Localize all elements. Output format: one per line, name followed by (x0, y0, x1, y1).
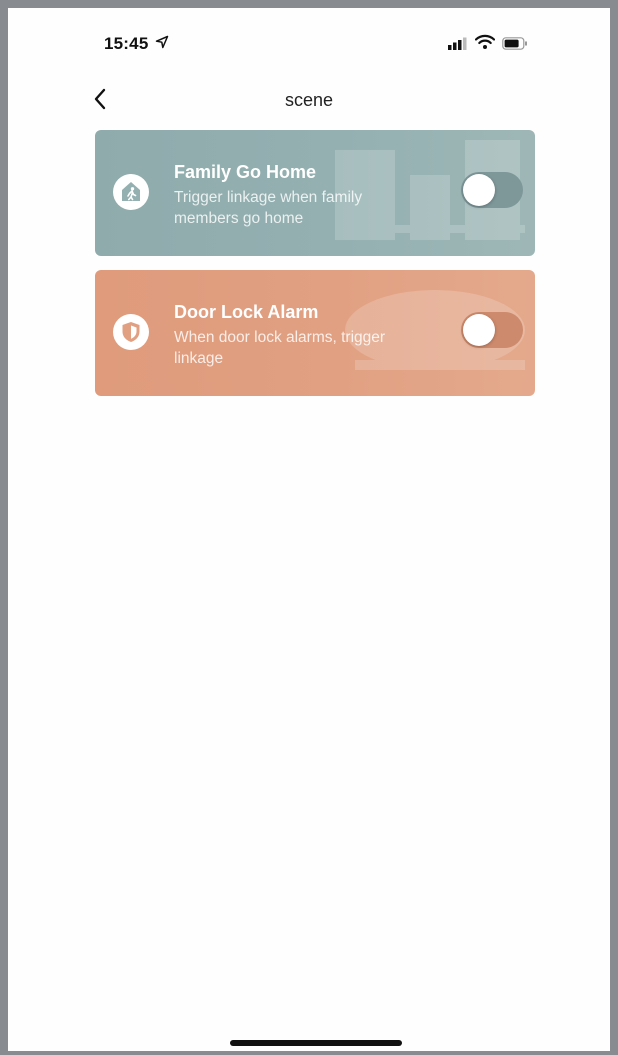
home-indicator[interactable] (230, 1040, 402, 1046)
page-title: scene (284, 90, 334, 110)
home-walking-person-icon (113, 174, 149, 210)
status-time: 15:45 (104, 34, 149, 53)
scene-title: Door Lock Alarm (174, 302, 319, 322)
scene-description: Trigger linkage when family members go h… (174, 189, 363, 227)
scene-toggle-family-go-home[interactable] (461, 172, 523, 208)
scene-description: When door lock alarms, trigger linkage (174, 329, 386, 367)
toggle-knob (463, 174, 495, 206)
screen: 15:45 scene Family Go Home Trigger linka… (8, 8, 610, 1051)
toggle-knob (463, 314, 495, 346)
scene-toggle-door-lock-alarm[interactable] (461, 312, 523, 348)
scene-card-family-go-home[interactable]: Family Go Home Trigger linkage when fami… (95, 130, 535, 256)
location-arrow-icon (155, 35, 169, 49)
battery-icon (502, 37, 527, 50)
status-bar: 15:45 (8, 8, 610, 64)
signal-icon (448, 37, 467, 50)
scene-title: Family Go Home (174, 162, 317, 182)
shield-icon (113, 314, 149, 350)
scene-card-door-lock-alarm[interactable]: Door Lock Alarm When door lock alarms, t… (95, 270, 535, 396)
wifi-icon (475, 34, 495, 49)
